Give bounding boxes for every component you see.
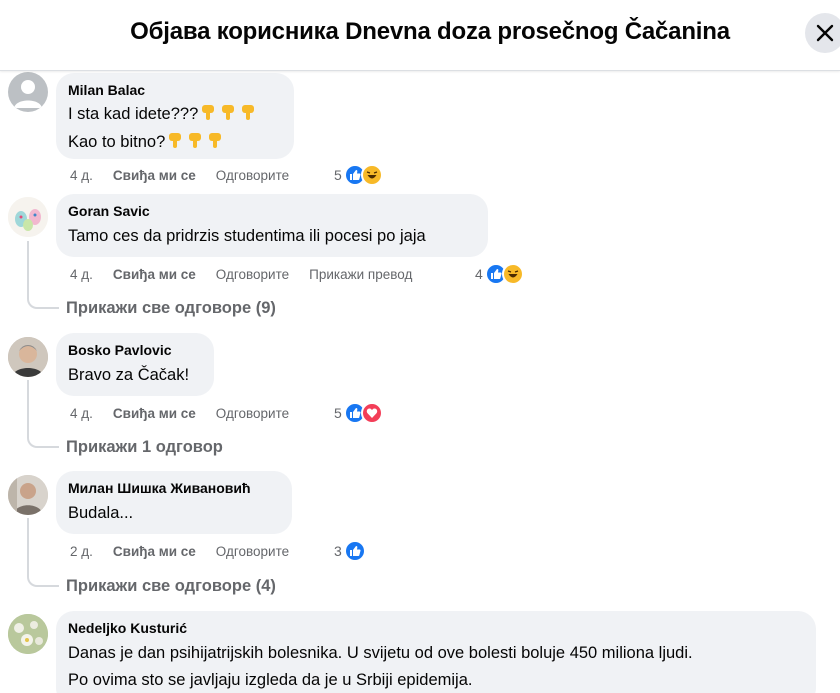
avatar[interactable] bbox=[8, 72, 48, 112]
comment-bubble: Milan Balac I sta kad idete??? Kao to bi… bbox=[56, 73, 294, 159]
reply-button[interactable]: Одговорите bbox=[216, 168, 289, 183]
comment-author[interactable]: Goran Savic bbox=[68, 202, 476, 220]
thumbs-down-icon bbox=[167, 132, 227, 158]
easter-eggs-avatar-icon bbox=[8, 197, 48, 237]
comment-text-line: Danas je dan psihijatrijskih bolesnika. … bbox=[68, 644, 693, 662]
thumbs-down-icon bbox=[200, 104, 260, 130]
like-button[interactable]: Свиђа ми се bbox=[113, 406, 196, 421]
show-replies-link[interactable]: Прикажи све одговоре (4) bbox=[66, 577, 276, 596]
reply-button[interactable]: Одговорите bbox=[216, 267, 289, 282]
comment-age[interactable]: 4 д. bbox=[70, 168, 93, 183]
reply-button[interactable]: Одговорите bbox=[216, 544, 289, 559]
comment-author[interactable]: Nedeljko Kusturić bbox=[68, 619, 804, 637]
avatar[interactable] bbox=[8, 475, 48, 515]
reaction-count: 5 bbox=[334, 167, 342, 183]
show-replies-link[interactable]: Прикажи све одговоре (9) bbox=[66, 299, 276, 318]
thread-connector bbox=[27, 241, 59, 309]
comment-age[interactable]: 4 д. bbox=[70, 267, 93, 282]
comment-author[interactable]: Milan Balac bbox=[68, 81, 282, 99]
avatar[interactable] bbox=[8, 337, 48, 377]
avatar[interactable] bbox=[8, 197, 48, 237]
close-icon bbox=[816, 24, 834, 42]
comment-bubble: Bosko Pavlovic Bravo za Čačak! bbox=[56, 333, 214, 396]
comment-actions: 4 д. Свиђа ми се Одговорите bbox=[70, 165, 309, 185]
comment-text-line: I sta kad idete??? bbox=[68, 102, 282, 130]
comments-list: Milan Balac I sta kad idete??? Kao to bi… bbox=[0, 71, 840, 693]
reaction-count: 4 bbox=[475, 266, 483, 282]
reaction-count: 5 bbox=[334, 405, 342, 421]
comment-bubble: Goran Savic Tamo ces da pridrzis student… bbox=[56, 194, 488, 257]
comment-age[interactable]: 2 д. bbox=[70, 544, 93, 559]
like-button[interactable]: Свиђа ми се bbox=[113, 267, 196, 282]
comment-actions: 2 д. Свиђа ми се Одговорите bbox=[70, 541, 309, 561]
haha-icon bbox=[501, 263, 524, 285]
avatar[interactable] bbox=[8, 614, 48, 654]
reaction-summary[interactable]: 5 bbox=[334, 402, 383, 424]
like-button[interactable]: Свиђа ми се bbox=[113, 168, 196, 183]
person-photo-icon bbox=[8, 337, 48, 377]
comment-actions: 4 д. Свиђа ми се Одговорите bbox=[70, 403, 309, 423]
close-button[interactable] bbox=[805, 13, 840, 53]
thread-connector bbox=[27, 380, 59, 448]
comment-text: Tamo ces da pridrzis studentima ili poce… bbox=[68, 227, 426, 245]
comment-author[interactable]: Bosko Pavlovic bbox=[68, 341, 202, 359]
comment-text-line: Po ovima sto se javljaju izgleda da je u… bbox=[68, 671, 473, 689]
dialog-header: Објава корисника Dnevna doza prosečnog Č… bbox=[0, 0, 840, 71]
reaction-summary[interactable]: 5 bbox=[334, 164, 383, 186]
comment-text-line: Kao to bitno? bbox=[68, 130, 282, 158]
reaction-count: 3 bbox=[334, 543, 342, 559]
reaction-summary[interactable]: 3 bbox=[334, 540, 366, 562]
comment-text: Bravo za Čačak! bbox=[68, 366, 190, 384]
show-translation-button[interactable]: Прикажи превод bbox=[309, 267, 412, 282]
show-replies-link[interactable]: Прикажи 1 одговор bbox=[66, 438, 223, 457]
comment-bubble: Милан Шишка Живановић Budala... bbox=[56, 471, 292, 534]
comment-age[interactable]: 4 д. bbox=[70, 406, 93, 421]
love-icon bbox=[360, 402, 383, 424]
dialog-title: Објава корисника Dnevna doza prosečnog Č… bbox=[130, 18, 730, 45]
like-button[interactable]: Свиђа ми се bbox=[113, 544, 196, 559]
default-avatar-icon bbox=[14, 80, 42, 108]
thread-connector bbox=[27, 518, 59, 587]
flowers-avatar-icon bbox=[8, 614, 48, 654]
reaction-summary[interactable]: 4 bbox=[475, 263, 524, 285]
like-icon bbox=[343, 540, 366, 562]
comment-text: Budala... bbox=[68, 504, 134, 522]
comment-actions: 4 д. Свиђа ми се Одговорите Прикажи прев… bbox=[70, 264, 412, 284]
reply-button[interactable]: Одговорите bbox=[216, 406, 289, 421]
haha-icon bbox=[360, 164, 383, 186]
comment-bubble: Nedeljko Kusturić Danas je dan psihijatr… bbox=[56, 611, 816, 693]
comment-author[interactable]: Милан Шишка Живановић bbox=[68, 479, 280, 497]
person-photo-icon bbox=[8, 475, 48, 515]
